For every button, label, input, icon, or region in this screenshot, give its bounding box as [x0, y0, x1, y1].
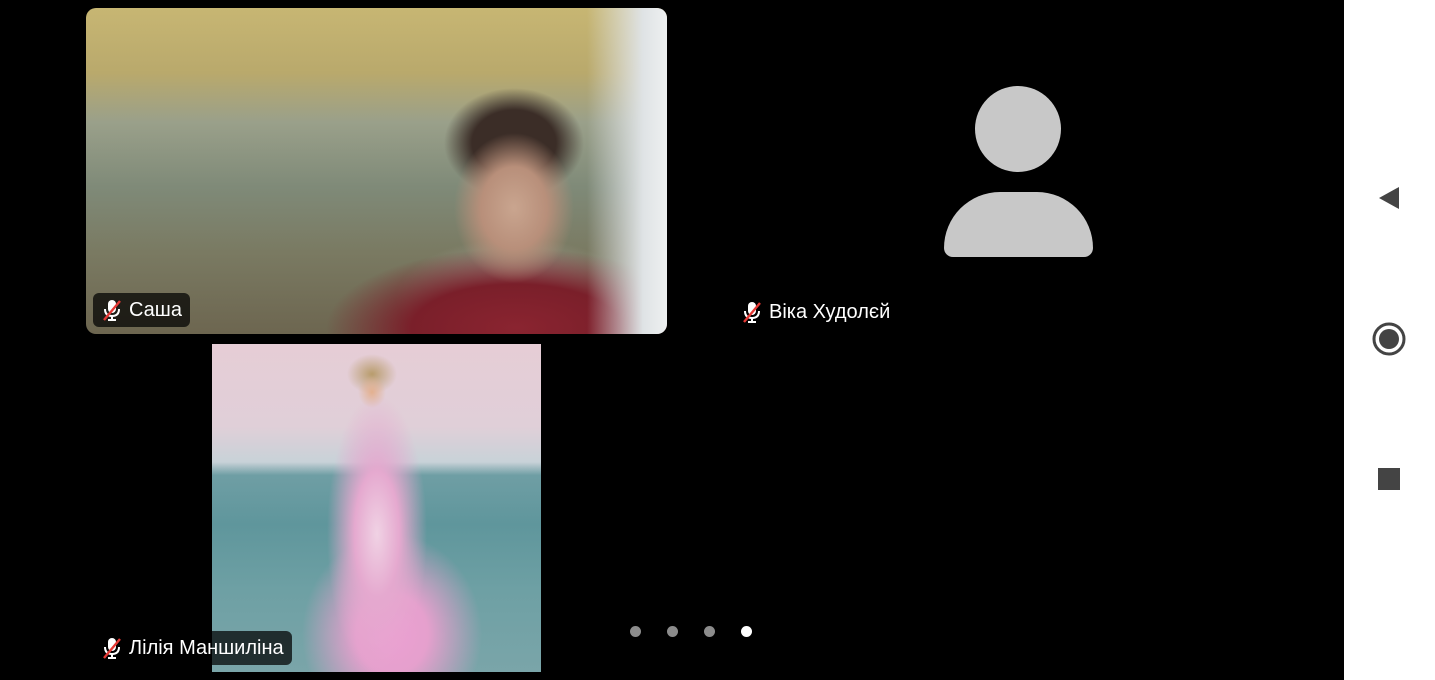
profile-photo [212, 344, 541, 672]
video-tile-sasha[interactable] [86, 8, 667, 334]
page-dot-4-active[interactable] [741, 626, 752, 637]
back-triangle-icon [1379, 187, 1399, 209]
screen: Саша Віка Худолєй Лілія Маншиліна [0, 0, 1435, 680]
meeting-gallery-view: Саша Віка Худолєй Лілія Маншиліна [0, 0, 1344, 680]
video-tile-liliya[interactable] [212, 344, 541, 672]
participant-name-tag: Віка Худолєй [733, 295, 898, 329]
participant-name-tag: Лілія Маншиліна [93, 631, 292, 665]
participant-name: Лілія Маншиліна [129, 636, 284, 659]
camera-video-feed [86, 8, 667, 334]
system-navigation-bar [1344, 0, 1435, 680]
participant-name: Саша [129, 298, 182, 321]
avatar-body [944, 192, 1093, 257]
home-button[interactable] [1369, 319, 1409, 359]
participant-name-tag: Саша [93, 293, 190, 327]
page-dot-3[interactable] [704, 626, 715, 637]
recents-button[interactable] [1369, 459, 1409, 499]
home-circle-icon [1372, 322, 1406, 356]
mic-muted-icon [101, 636, 123, 660]
page-dot-1[interactable] [630, 626, 641, 637]
page-indicator [630, 626, 752, 640]
back-button[interactable] [1369, 178, 1409, 218]
participant-name: Віка Худолєй [769, 300, 891, 323]
avatar-head [975, 86, 1061, 172]
recents-square-icon [1378, 468, 1400, 490]
mic-muted-icon [741, 300, 763, 324]
mic-muted-icon [101, 298, 123, 322]
page-dot-2[interactable] [667, 626, 678, 637]
video-tile-vika[interactable] [720, 8, 1320, 334]
